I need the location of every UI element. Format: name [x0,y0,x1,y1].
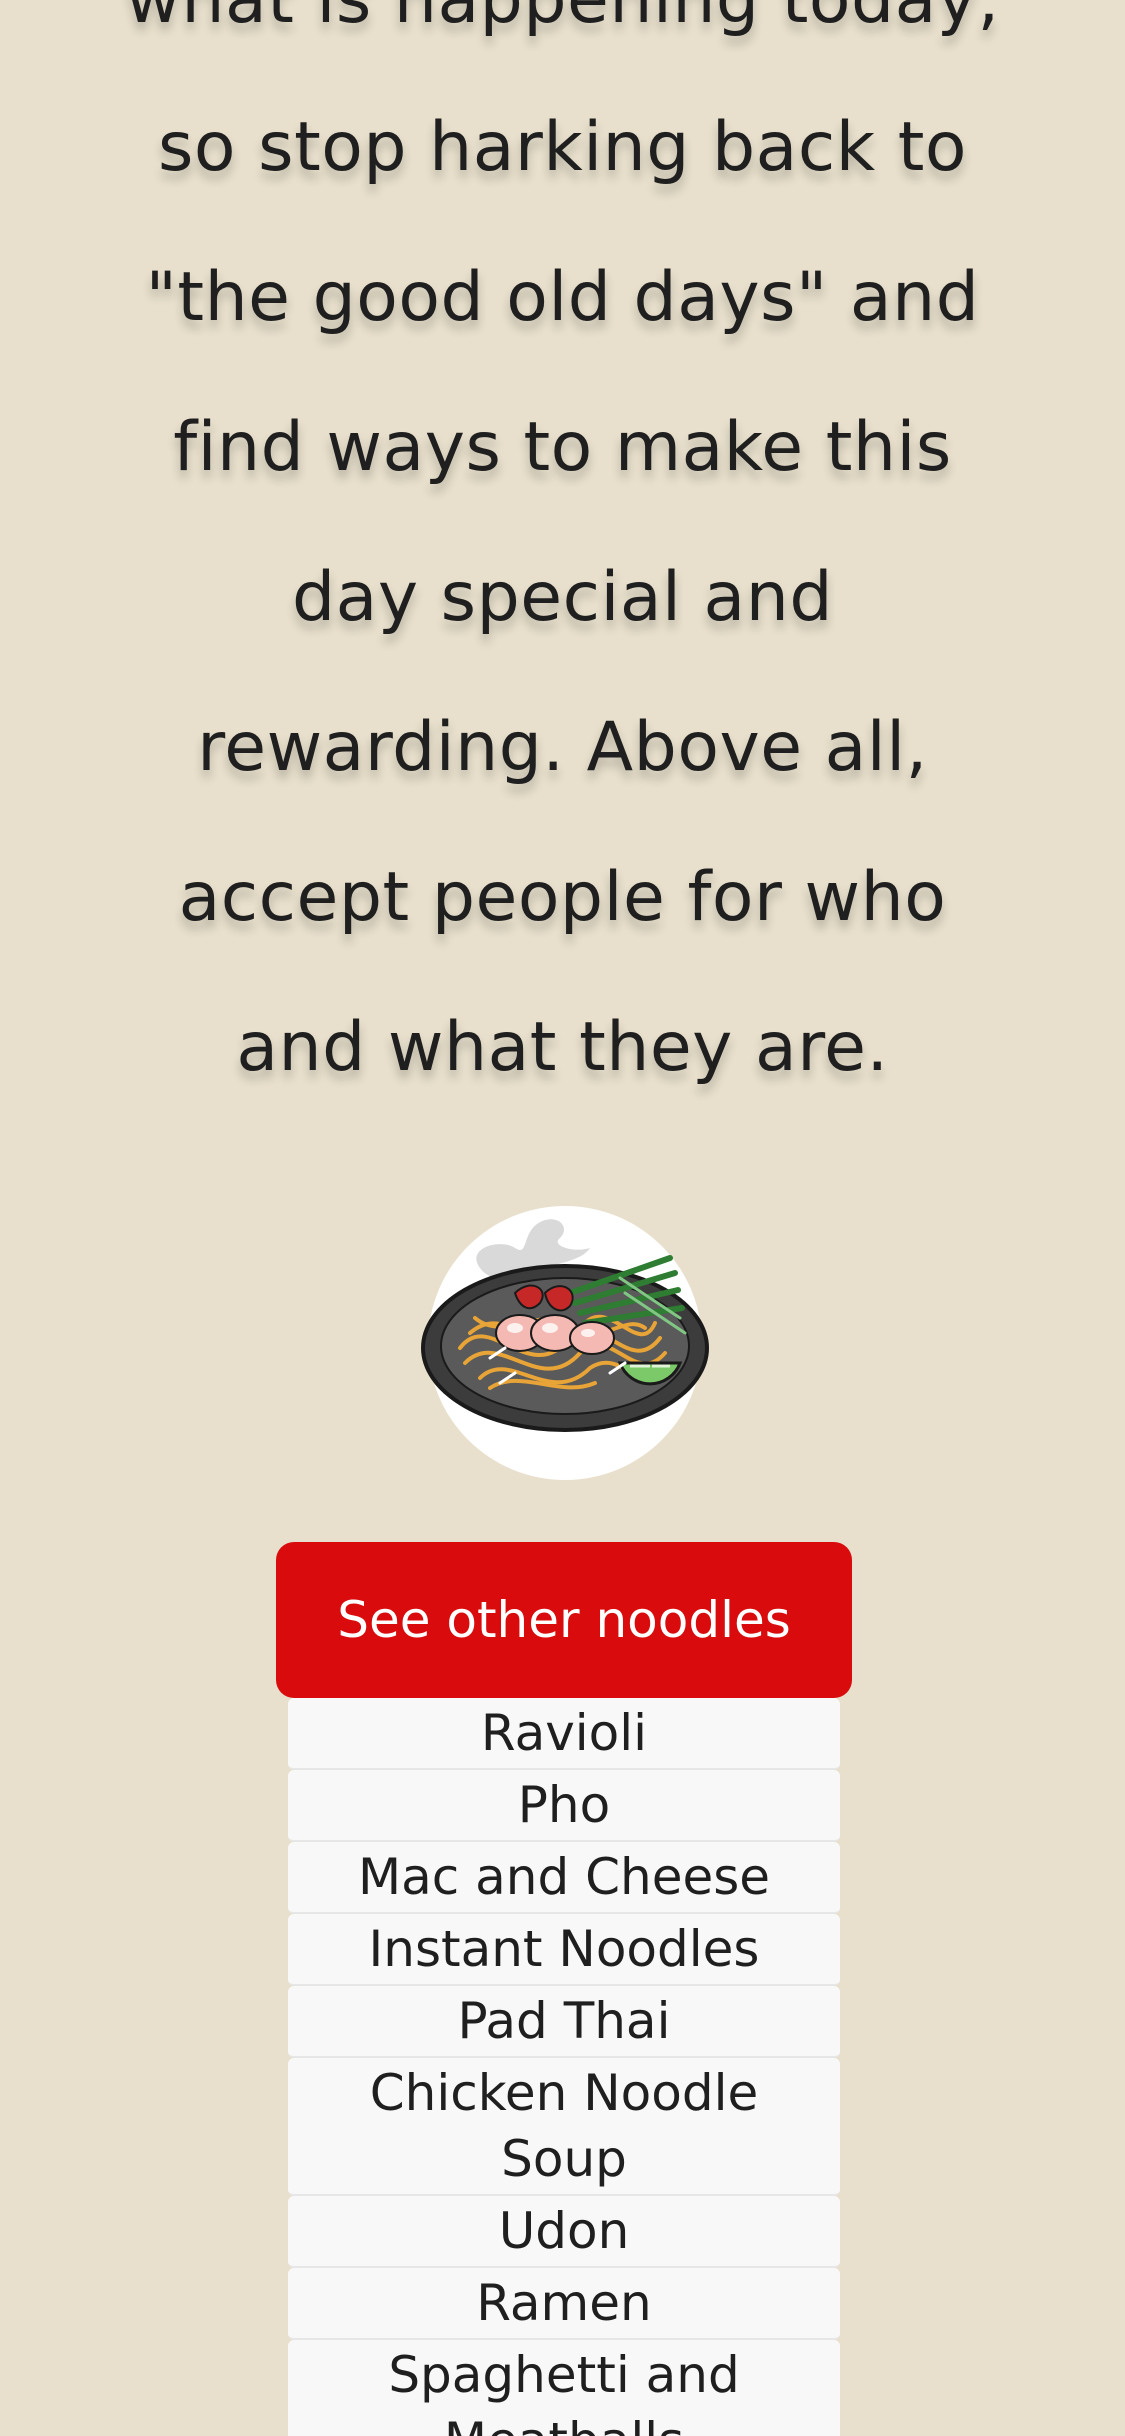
noodle-item-spaghetti-and-meatballs[interactable]: Spaghetti and Meatballs [288,2340,840,2436]
quote-line: accept people for who [178,858,947,937]
noodle-item-ramen[interactable]: Ramen [288,2268,840,2340]
noodle-item-ravioli[interactable]: Ravioli [288,1698,840,1770]
quote-line: rewarding. Above all, [197,708,928,787]
noodle-item-pad-thai[interactable]: Pad Thai [288,1986,840,2058]
quote-line: day special and [291,558,833,637]
noodle-item-instant-noodles[interactable]: Instant Noodles [288,1914,840,1986]
noodle-item-chicken-noodle-soup[interactable]: Chicken Noodle Soup [288,2058,840,2196]
quote-line: so stop harking back to [158,108,967,187]
noodle-item-pho[interactable]: Pho [288,1770,840,1842]
pad-thai-plate-icon [420,1198,710,1488]
quote-line: find ways to make this [173,408,952,487]
quote-line: and what they are. [236,1008,889,1087]
quote-line: what is happening today, [0,0,1125,40]
noodle-item-mac-and-cheese[interactable]: Mac and Cheese [288,1842,840,1914]
page: what is happening today, so stop harking… [0,0,1125,2436]
noodle-dropdown-list: Ravioli Pho Mac and Cheese Instant Noodl… [288,1698,840,2436]
quote-line: "the good old days" and [145,258,980,337]
noodle-item-udon[interactable]: Udon [288,2196,840,2268]
see-other-noodles-button[interactable]: See other noodles [276,1542,852,1698]
